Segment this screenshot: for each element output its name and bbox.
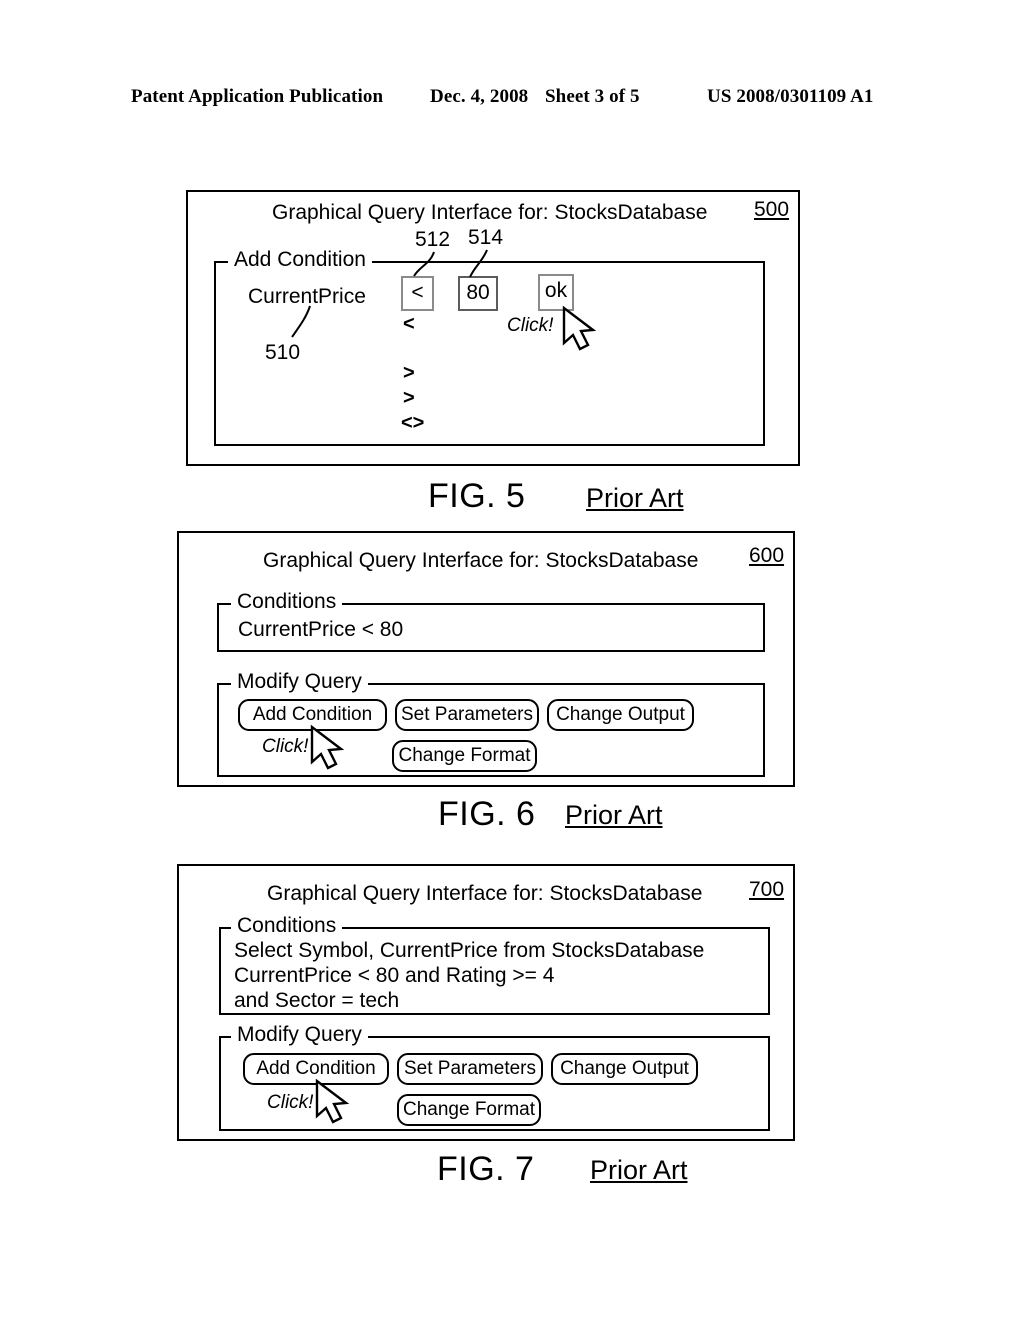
fig5-value-input[interactable]: 80 (458, 276, 498, 311)
fig6-conditions-text: CurrentPrice < 80 (238, 618, 404, 641)
fig6-change-output-button[interactable]: Change Output (547, 699, 694, 731)
fig6-reference-numeral: 600 (749, 544, 785, 567)
fig6-click-label: Click! (262, 736, 309, 757)
fig7-modify-query-label: Modify Query (231, 1024, 368, 1046)
fig5-window-title: Graphical Query Interface for: StocksDat… (272, 201, 708, 224)
fig5-group-label: Add Condition (228, 249, 372, 271)
fig5-operator-option-4[interactable]: <> (401, 412, 424, 435)
page-header: Patent Application Publication Dec. 4, 2… (0, 86, 1024, 112)
fig5-ref-514: 514 (468, 226, 504, 249)
header-patent-number: US 2008/0301109 A1 (707, 86, 874, 107)
header-date: Dec. 4, 2008 (430, 86, 529, 107)
fig6-conditions-label: Conditions (231, 591, 343, 613)
fig6-add-condition-button[interactable]: Add Condition (238, 699, 387, 731)
fig5-ok-button[interactable]: ok (538, 274, 574, 311)
fig7-set-parameters-button[interactable]: Set Parameters (397, 1053, 543, 1085)
fig7-prior-art-label: Prior Art (590, 1155, 688, 1185)
fig5-reference-numeral: 500 (754, 198, 790, 221)
fig5-click-label: Click! (507, 315, 554, 336)
fig5-operator-option-0[interactable]: < (403, 313, 415, 336)
fig7-add-condition-button[interactable]: Add Condition (243, 1053, 389, 1085)
fig5-operator-option-3[interactable]: > (403, 387, 415, 410)
fig7-change-output-button[interactable]: Change Output (551, 1053, 698, 1085)
fig6-change-format-button[interactable]: Change Format (392, 740, 537, 772)
fig7-caption: FIG. 7 (437, 1150, 535, 1188)
fig6-caption: FIG. 6 (438, 795, 536, 833)
fig5-caption: FIG. 5 (428, 477, 526, 515)
fig6-modify-query-label: Modify Query (231, 671, 368, 693)
fig5-ref-510: 510 (265, 341, 301, 364)
fig6-prior-art-label: Prior Art (565, 800, 663, 830)
fig5-operator-select[interactable]: < (401, 276, 434, 311)
fig7-window-title: Graphical Query Interface for: StocksDat… (267, 882, 703, 905)
fig5-ref-512: 512 (415, 228, 451, 251)
fig5-operator-option-2[interactable]: > (403, 362, 415, 385)
fig7-reference-numeral: 700 (749, 878, 785, 901)
fig6-window-title: Graphical Query Interface for: StocksDat… (263, 549, 699, 572)
fig5-prior-art-label: Prior Art (586, 483, 684, 513)
fig7-conditions-text: Select Symbol, CurrentPrice from StocksD… (234, 939, 705, 1012)
header-publication: Patent Application Publication (131, 86, 384, 107)
fig7-click-label: Click! (267, 1092, 314, 1113)
fig5-field-name: CurrentPrice (248, 285, 366, 308)
fig7-conditions-label: Conditions (231, 915, 343, 937)
fig7-change-format-button[interactable]: Change Format (397, 1094, 541, 1126)
fig6-set-parameters-button[interactable]: Set Parameters (395, 699, 539, 731)
header-sheet: Sheet 3 of 5 (545, 86, 640, 107)
